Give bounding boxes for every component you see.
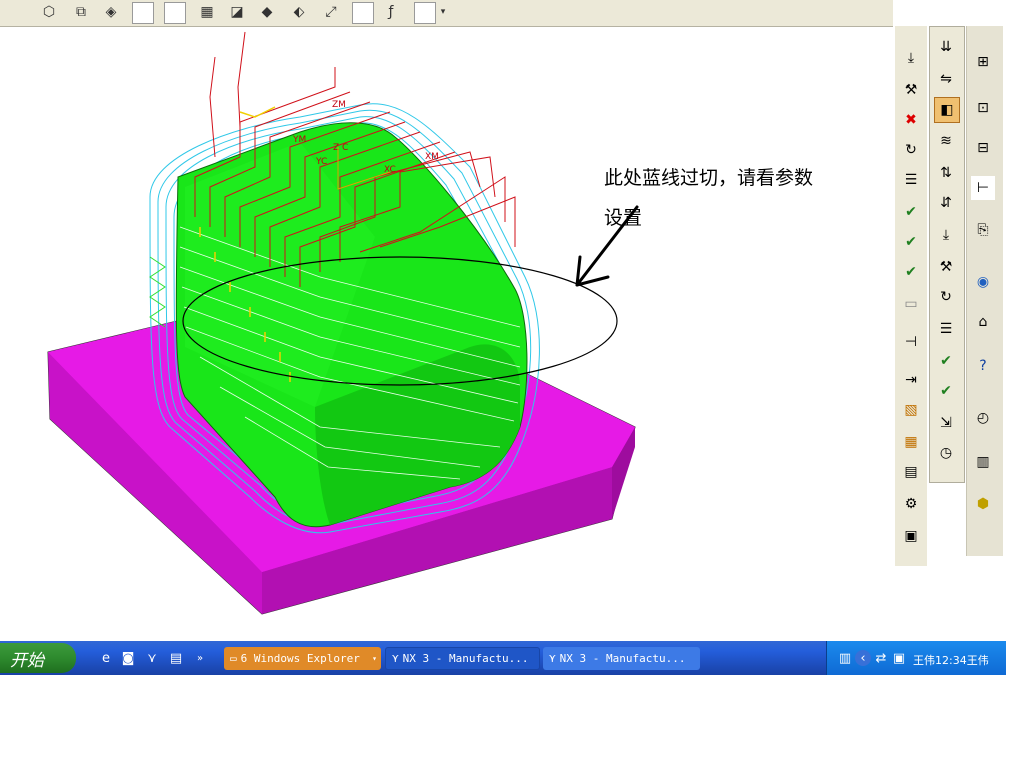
replay-icon[interactable]: ↻ [899, 138, 923, 162]
roles-icon[interactable]: ▥ [971, 450, 995, 474]
check-icon[interactable]: ✔ [899, 260, 923, 284]
system-tray: ▥ ‹ ⇄ ▣ 王伟12:34王伟 [826, 641, 1006, 675]
empty-slot-2[interactable] [164, 2, 186, 24]
keyboard-icon[interactable]: ▥ [837, 650, 853, 666]
doc-icon[interactable]: ▤ [899, 460, 923, 484]
taskbar: 开始 e ◙ ⋎ ▤ » ▭ 6 Windows Explorer ▾ ⋎ NX… [0, 641, 1006, 675]
nx-task-icon: ⋎ [392, 652, 399, 665]
postprocess-icon[interactable]: ⇲ [934, 411, 958, 435]
annotation-text: 此处蓝线过切，请看参数 设置 [604, 158, 864, 238]
verify-tool-icon[interactable]: ✔ [899, 230, 923, 254]
assembly-icon[interactable]: ⊢ [971, 176, 995, 200]
task-explorer-label: 6 Windows Explorer [240, 652, 360, 665]
gen-path-icon[interactable]: ⚒ [934, 255, 958, 279]
web-icon[interactable]: ◉ [971, 270, 995, 294]
model-view: ZM YM Z C YC XM XC [47, 31, 639, 615]
toolpath-green [149, 256, 166, 328]
hierarchy-icon[interactable]: ⊟ [971, 136, 995, 160]
sort-icon[interactable]: ⇵ [934, 191, 958, 215]
task-nx-2[interactable]: ⋎ NX 3 - Manufactu... [543, 647, 700, 670]
empty-slot-4[interactable] [414, 2, 436, 24]
node-icon[interactable]: ⊡ [971, 96, 995, 120]
create-op-icon[interactable]: ⤓ [934, 223, 958, 247]
delete-path-icon[interactable]: ✖ [899, 108, 923, 132]
tray-clock: 王伟12:34王伟 [913, 654, 989, 667]
building-icon[interactable]: ▦ [196, 1, 218, 23]
tray-expand-icon[interactable]: ‹ [855, 650, 871, 666]
nx-task-icon: ⋎ [549, 652, 556, 665]
gouge-check-icon[interactable]: ✔ [934, 379, 958, 403]
label-zm: ZM [332, 100, 346, 110]
nav-toolbar: ⇊ ⇋ ◧ ≋ ⇅ ⇵ ⤓ ⚒ ↻ ☰ ✔ ✔ ⇲ ◷ [929, 26, 965, 483]
calc-icon[interactable]: ▤ [168, 650, 184, 666]
annotation-line-1: 此处蓝线过切，请看参数 [604, 167, 814, 189]
start-label: 开始 [10, 650, 44, 671]
sketch-icon[interactable]: ◪ [226, 1, 248, 23]
time-icon[interactable]: ◷ [934, 441, 958, 465]
listing-icon[interactable]: ☰ [934, 317, 958, 341]
shaded-view-icon[interactable]: ⧉ [70, 1, 92, 23]
label-xm: XM [425, 152, 439, 162]
generate-icon[interactable]: ⚒ [899, 78, 923, 102]
group-arrow-icon: ▾ [372, 654, 377, 663]
task-explorer[interactable]: ▭ 6 Windows Explorer ▾ [224, 647, 381, 670]
label-zc: Z C [333, 143, 348, 153]
nx-icon[interactable]: ⋎ [144, 650, 160, 666]
start-button[interactable]: 开始 [0, 643, 76, 673]
mesh-icon[interactable]: ▧ [899, 398, 923, 422]
csys-icon[interactable]: ⤢ [320, 1, 342, 23]
history-icon[interactable]: ◴ [971, 406, 995, 430]
move-icon[interactable]: ⇥ [899, 368, 923, 392]
folder-icon: ▭ [230, 652, 237, 665]
empty-slot-3[interactable] [352, 2, 374, 24]
resource-bar: ⊞ ⊡ ⊟ ⊢ ⎘ ◉ ⌂ ? ◴ ▥ ⬢ [966, 26, 1003, 556]
create-operation-icon[interactable]: ⤓ [899, 46, 923, 70]
empty-slot-1[interactable] [132, 2, 154, 24]
verify-path-icon[interactable]: ✔ [934, 349, 958, 373]
ops-toolbar: ⤓ ⚒ ✖ ↻ ☰ ✔ ✔ ✔ ▭ ⊣ ⇥ ▧ ▦ ▤ ⚙ ▣ [895, 26, 927, 566]
process-icon[interactable]: ⚙ [899, 492, 923, 516]
outlook-icon[interactable]: ◙ [120, 650, 136, 666]
solid-icon[interactable]: ◆ [256, 1, 278, 23]
program-order-icon[interactable]: ⇊ [934, 35, 958, 59]
machine-tool-icon[interactable]: ⇋ [934, 67, 958, 91]
training-icon[interactable]: ⌂ [971, 310, 995, 334]
list-icon[interactable]: ☰ [899, 168, 923, 192]
verify-icon[interactable]: ✔ [899, 200, 923, 224]
annotation-line-2: 设置 [604, 207, 643, 229]
wireframe-view-icon[interactable]: ◈ [100, 1, 122, 23]
palette-icon[interactable]: ⬢ [971, 492, 995, 516]
toolbar-dropdown-icon[interactable]: ▾ [436, 1, 450, 23]
chevron-right-icon[interactable]: » [192, 650, 208, 666]
ie-icon[interactable]: e [98, 650, 114, 666]
plane-icon[interactable]: ⬖ [288, 1, 310, 23]
network-icon[interactable]: ⇄ [873, 650, 889, 666]
top-toolbar: ⬡ ⧉ ◈ ▦ ◪ ◆ ⬖ ⤢ ƒ ▾ [0, 0, 893, 27]
task-nx-1[interactable]: ⋎ NX 3 - Manufactu... [385, 647, 540, 670]
method-view-icon[interactable]: ≋ [934, 129, 958, 153]
replay-path-icon[interactable]: ↻ [934, 285, 958, 309]
monitor-icon[interactable]: ▣ [891, 650, 907, 666]
geometry-view-icon[interactable]: ◧ [934, 97, 960, 123]
reuse-icon[interactable]: ⎘ [971, 218, 995, 242]
graphics-viewport[interactable]: ZM YM Z C YC XM XC 此处蓝线过切，请看参数 设置 [0, 27, 893, 641]
transform-icon[interactable]: ⇅ [934, 161, 958, 185]
tool-icon[interactable]: ⊣ [899, 330, 923, 354]
task-nx-1-label: NX 3 - Manufactu... [402, 652, 529, 665]
disabled-icon[interactable]: ▭ [899, 292, 923, 316]
tree-icon[interactable]: ⊞ [971, 50, 995, 74]
report-icon[interactable]: ▣ [899, 524, 923, 548]
view-cube-icon[interactable]: ⬡ [38, 1, 60, 23]
task-nx-2-label: NX 3 - Manufactu... [559, 652, 686, 665]
label-ym: YM [292, 135, 306, 145]
label-yc: YC [315, 157, 327, 167]
help-icon[interactable]: ? [971, 354, 995, 378]
grid-icon[interactable]: ▦ [899, 430, 923, 454]
formula-icon[interactable]: ƒ [380, 1, 402, 23]
